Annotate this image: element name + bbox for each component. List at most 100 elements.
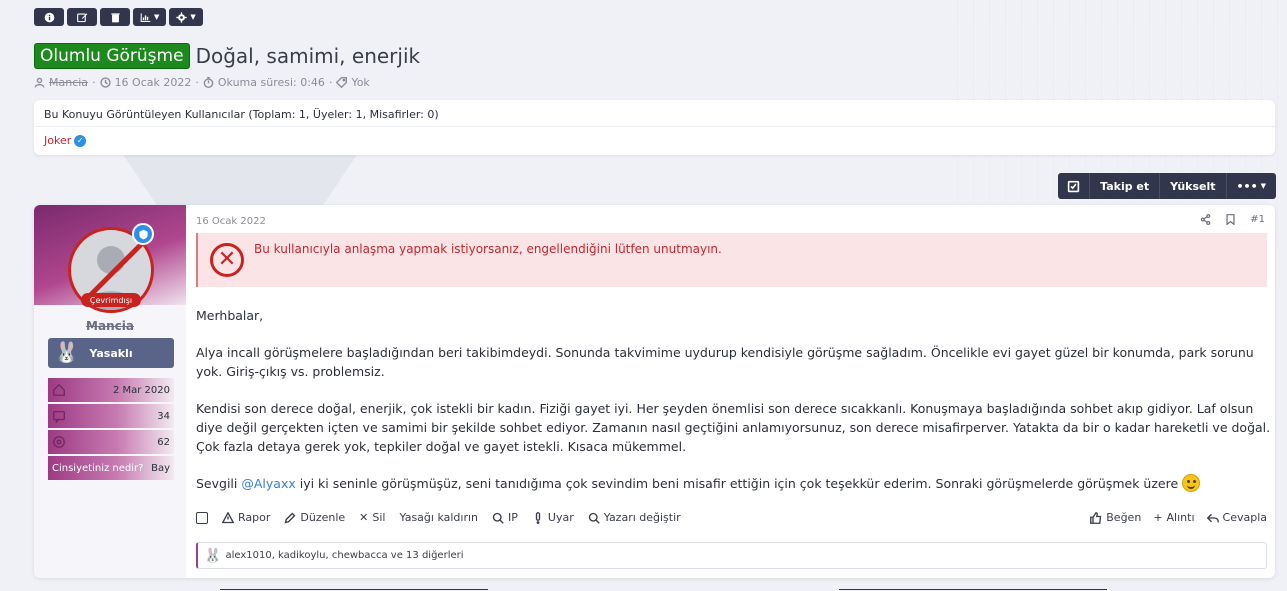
search-icon	[492, 512, 504, 524]
banned-label: Yasaklı	[89, 346, 133, 360]
unban-label: Yasağı kaldırın	[399, 511, 479, 524]
thread-meta: Mancia · 16 Ocak 2022 · Okuma süresi: 0:…	[34, 76, 370, 89]
post-top-actions: #1	[1200, 214, 1265, 225]
post-number[interactable]: #1	[1250, 214, 1265, 225]
clock-icon	[99, 77, 111, 88]
user-banner-label: 🐰 Yasaklı	[48, 338, 174, 368]
divider	[839, 589, 1107, 590]
thread-author-link[interactable]: Mancia	[49, 76, 88, 89]
stat-value: 62	[157, 436, 170, 448]
change-author-button[interactable]: Yazarı değiştir	[588, 511, 681, 524]
chevron-down-icon: ▼	[190, 13, 196, 21]
thread-tools: ▼ ▼	[34, 8, 203, 26]
like-button[interactable]: Beğen	[1090, 511, 1141, 524]
reactions-bar[interactable]: 🐰 alex1010, kadikoylu, chewbacca ve 13 d…	[196, 542, 1267, 569]
follow-button[interactable]: Takip et	[1089, 173, 1159, 199]
settings-menu-button[interactable]: ▼	[169, 8, 203, 26]
edit-thread-button[interactable]	[67, 8, 97, 26]
chevron-down-icon: ▼	[1260, 182, 1266, 190]
reply-button[interactable]: Cevapla	[1206, 511, 1267, 524]
reactions-list[interactable]: alex1010, kadikoylu, chewbacca ve 13 diğ…	[225, 550, 463, 561]
more-options-button[interactable]: ••• ▼	[1225, 173, 1276, 199]
checkbox-icon	[1067, 180, 1080, 192]
thread-title: Doğal, samimi, enerjik	[195, 44, 421, 68]
reaction-icon	[53, 436, 65, 448]
select-thread-button[interactable]	[1058, 173, 1089, 199]
edit-post-button[interactable]: Düzenle	[284, 511, 345, 524]
warning-text: Bu kullanıcıyla anlaşma yapmak istiyorsa…	[254, 242, 722, 256]
thread-tags: Yok	[351, 76, 370, 89]
user-mention-link[interactable]: @Alyaxx	[241, 476, 295, 491]
plus-icon: +	[1153, 511, 1163, 524]
info-button[interactable]	[34, 8, 64, 26]
post-message: Merhbalar, Alya incall görüşmelere başla…	[196, 306, 1271, 511]
delete-post-button[interactable]: ✕ Sil	[359, 511, 385, 524]
user-stat-gender: Cinsiyetiniz nedir? Bay	[48, 456, 174, 480]
stat-value: 34	[157, 410, 170, 422]
warn-button[interactable]: Uyar	[532, 511, 574, 524]
viewers-box: Bu Konuyu Görüntüleyen Kullanıcılar (Top…	[34, 100, 1275, 155]
quote-button[interactable]: + Alıntı	[1153, 511, 1194, 524]
chart-icon	[140, 12, 151, 22]
warning-notice: ✕ Bu kullanıcıyla anlaşma yapmak istiyor…	[196, 233, 1267, 287]
exclamation-icon	[535, 511, 541, 524]
bunny-reaction-icon: 🐰	[204, 547, 222, 564]
post-footer-actions: Rapor Düzenle ✕ Sil Yasağı kaldırın IP U…	[196, 511, 1267, 524]
report-button[interactable]: Rapor	[222, 511, 270, 524]
share-icon[interactable]	[1200, 214, 1211, 225]
post-username[interactable]: Mancia	[34, 319, 186, 333]
warning-triangle-icon	[222, 511, 234, 523]
verified-badge-icon: ✓	[74, 134, 87, 147]
pencil-icon	[284, 512, 296, 523]
stat-label: Cinsiyetiniz nedir?	[52, 462, 144, 474]
post: Çevrimdışı Mancia 🐰 Yasaklı 2 Mar 2020 3…	[34, 205, 1275, 578]
staff-badge-icon	[132, 223, 154, 245]
thread-header: Olumlu Görüşme Doğal, samimi, enerjik	[34, 43, 420, 69]
divider	[220, 589, 488, 590]
user-stat-messages: 34	[48, 404, 174, 428]
chart-menu-button[interactable]: ▼	[133, 8, 167, 26]
info-icon	[44, 12, 54, 22]
text-segment: Sevgili	[196, 476, 242, 491]
meta-separator: ·	[195, 76, 199, 89]
viewer-user[interactable]: Joker ✓	[44, 134, 87, 147]
edit-label: Düzenle	[300, 511, 346, 524]
select-post-checkbox[interactable]	[196, 511, 208, 524]
delete-thread-button[interactable]	[100, 8, 130, 26]
ip-button[interactable]: IP	[492, 511, 518, 524]
bump-button[interactable]: Yükselt	[1159, 173, 1225, 199]
meta-separator: ·	[92, 76, 96, 89]
report-label: Rapor	[238, 511, 271, 524]
bookmark-icon[interactable]	[1225, 214, 1236, 225]
more-icon: •••	[1236, 179, 1258, 193]
post-user-column: Çevrimdışı Mancia 🐰 Yasaklı 2 Mar 2020 3…	[34, 205, 186, 578]
post-date[interactable]: 16 Ocak 2022	[196, 216, 266, 227]
message-paragraph: Kendisi son derece doğal, enerjik, çok i…	[196, 401, 1271, 454]
user-stat-joined: 2 Mar 2020	[48, 378, 174, 402]
gear-icon	[176, 11, 188, 23]
change-author-label: Yazarı değiştir	[603, 511, 681, 524]
thread-prefix-label[interactable]: Olumlu Görüşme	[34, 43, 190, 69]
thread-date[interactable]: 16 Ocak 2022	[115, 76, 192, 89]
chevron-down-icon: ▼	[154, 13, 160, 21]
bunny-icon: 🐰	[54, 340, 79, 364]
error-circle-icon: ✕	[210, 243, 244, 277]
stat-value: Bay	[151, 462, 170, 474]
ip-label: IP	[508, 511, 518, 524]
message-paragraph-last: Sevgili @Alyaxx iyi ki seninle görüşmüşü…	[196, 474, 1271, 493]
post-body: 16 Ocak 2022 #1 ✕ Bu kullanıcıyla anlaşm…	[196, 205, 1275, 578]
stat-value: 2 Mar 2020	[112, 384, 170, 396]
smile-emoji-icon	[1182, 474, 1201, 492]
viewer-username[interactable]: Joker	[44, 134, 71, 147]
thumbs-up-icon	[1090, 511, 1102, 524]
reply-label: Cevapla	[1222, 511, 1267, 524]
message-icon	[53, 410, 65, 423]
quote-label: Alıntı	[1166, 511, 1195, 524]
home-icon	[53, 383, 65, 396]
meta-separator: ·	[328, 76, 333, 89]
like-label: Beğen	[1106, 511, 1142, 524]
text-segment: iyi ki seninle görüşmüşüz, seni tanıdığı…	[295, 476, 1183, 491]
viewers-title: Bu Konuyu Görüntüleyen Kullanıcılar (Top…	[44, 108, 439, 121]
unban-button[interactable]: Yasağı kaldırın	[400, 511, 479, 524]
warn-label: Uyar	[547, 511, 574, 524]
